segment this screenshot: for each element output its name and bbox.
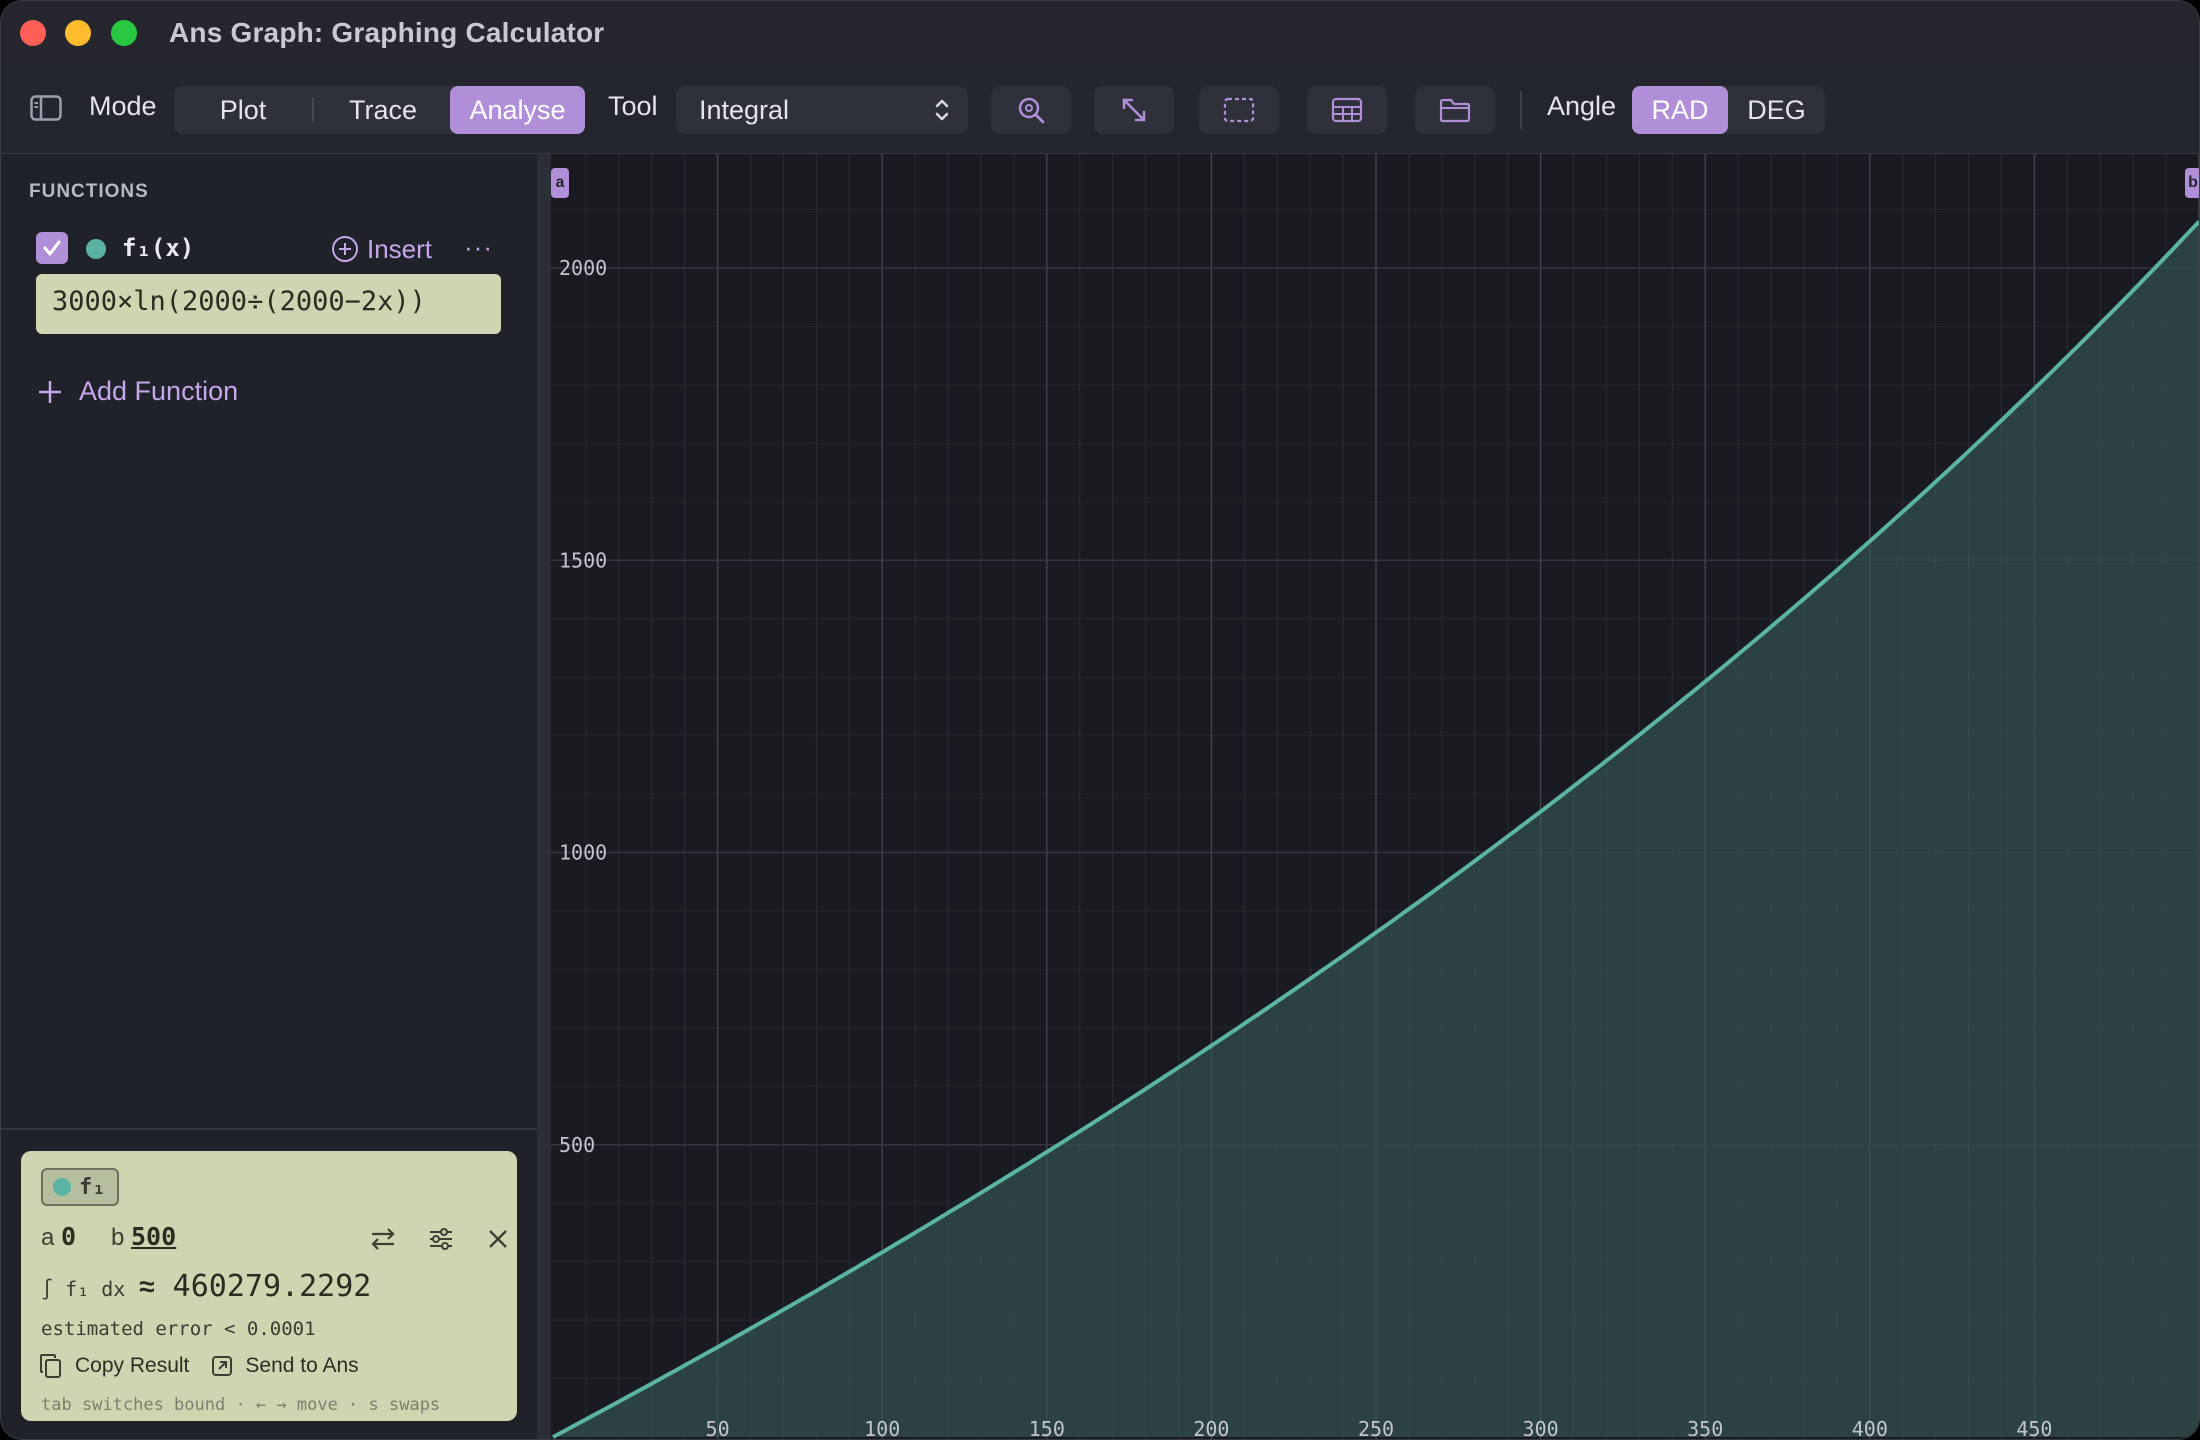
x-tick-label: 450 — [2016, 1417, 2052, 1440]
x-tick-label: 50 — [706, 1417, 730, 1440]
y-tick-label: 1500 — [559, 548, 607, 572]
integral-expression: ∫ f₁ dx — [41, 1277, 126, 1301]
x-tick-label: 400 — [1852, 1417, 1888, 1440]
insert-button[interactable]: Insert — [331, 232, 432, 266]
selection-icon[interactable] — [1199, 86, 1279, 134]
function-chip-label: f₁ — [79, 1174, 106, 1200]
plus-icon — [39, 380, 61, 403]
x-tick-label: 250 — [1358, 1417, 1394, 1440]
tool-select[interactable]: Integral — [676, 86, 968, 134]
zoom-icon[interactable] — [991, 86, 1071, 134]
send-icon — [212, 1356, 233, 1376]
add-function-label: Add Function — [79, 376, 239, 406]
integral-row: ∫ f₁ dx ≈ 460279.2292 — [41, 1269, 371, 1309]
result-actions: Copy Result Send to Ans — [39, 1348, 381, 1384]
copy-icon — [40, 1354, 61, 1378]
bounds-row: a 0 b 500 — [41, 1221, 507, 1257]
graph-canvas[interactable]: 50 100 150 200 250 300 350 400 450 500 1000 1500 200… — [551, 154, 2200, 1440]
function-enabled-checkbox[interactable] — [36, 232, 68, 264]
graph-plot[interactable]: 50 100 150 200 250 300 350 400 450 500 1000 1500 200… — [551, 154, 2200, 1440]
y-tick-label: 500 — [559, 1133, 595, 1157]
minimize-window-button[interactable] — [65, 20, 91, 46]
y-tick-label: 2000 — [559, 256, 607, 280]
divider — [1, 1128, 537, 1130]
x-tick-label: 200 — [1193, 1417, 1229, 1440]
fit-icon[interactable] — [1094, 86, 1174, 134]
error-estimate: estimated error < 0.0001 — [41, 1318, 316, 1340]
close-icon[interactable] — [483, 1224, 513, 1254]
copy-result-label: Copy Result — [75, 1354, 190, 1377]
app-window: Ans Graph: Graphing Calculator Mode Plot… — [0, 0, 2200, 1440]
mode-segmented-control: Plot Trace Analyse — [174, 86, 585, 134]
sidebar-resize-handle[interactable] — [537, 154, 551, 1439]
table-icon[interactable] — [1307, 86, 1387, 134]
bound-b-label: b — [111, 1224, 125, 1251]
bound-a-handle[interactable]: a — [551, 168, 569, 198]
copy-result-button[interactable]: Copy Result — [39, 1353, 189, 1379]
tool-label: Tool — [608, 91, 658, 121]
toolbar: Mode Plot Trace Analyse Tool Integral An… — [1, 65, 2199, 154]
angle-segmented-control: RAD DEG — [1632, 86, 1825, 134]
chevron-updown-icon — [934, 96, 950, 131]
send-to-ans-label: Send to Ans — [245, 1354, 359, 1377]
approx-symbol: ≈ — [139, 1271, 155, 1302]
folder-icon[interactable] — [1415, 86, 1495, 134]
functions-heading: FUNCTIONS — [29, 181, 149, 202]
function-row: f₁(x) Insert ··· — [36, 232, 506, 266]
sliders-icon[interactable] — [426, 1224, 456, 1254]
angle-deg-button[interactable]: DEG — [1728, 86, 1825, 134]
checkmark-icon — [43, 240, 61, 256]
function-name: f₁(x) — [122, 234, 195, 262]
mode-label: Mode — [89, 91, 157, 121]
bound-b-value[interactable]: 500 — [131, 1222, 176, 1251]
x-tick-label: 100 — [864, 1417, 900, 1440]
function-color-dot[interactable] — [86, 239, 106, 259]
bound-a-value[interactable]: 0 — [61, 1222, 76, 1251]
x-tick-label: 350 — [1687, 1417, 1723, 1440]
keyboard-hint: tab switches bound · ← → move · s swaps — [41, 1395, 441, 1415]
bound-b-handle[interactable]: b — [2185, 168, 2199, 198]
function-chip[interactable]: f₁ — [41, 1168, 119, 1206]
send-to-ans-button[interactable]: Send to Ans — [211, 1354, 359, 1378]
mode-analyse-button[interactable]: Analyse — [450, 86, 585, 134]
function-color-dot — [53, 1178, 71, 1196]
add-function-button[interactable]: Add Function — [37, 376, 238, 407]
mode-plot-button[interactable]: Plot — [174, 86, 312, 134]
y-tick-label: 1000 — [559, 841, 607, 865]
sidebar-toggle-icon[interactable] — [29, 93, 63, 123]
angle-rad-button[interactable]: RAD — [1632, 86, 1728, 134]
toolbar-divider — [1520, 91, 1522, 129]
plus-circle-icon — [332, 236, 358, 262]
more-options-button[interactable]: ··· — [464, 232, 493, 266]
window-title: Ans Graph: Graphing Calculator — [169, 17, 605, 48]
integral-value: 460279.2292 — [172, 1269, 372, 1304]
close-window-button[interactable] — [20, 20, 46, 46]
tool-select-value: Integral — [699, 94, 790, 125]
mode-trace-button[interactable]: Trace — [314, 86, 452, 134]
swap-icon[interactable] — [368, 1224, 398, 1254]
title-bar: Ans Graph: Graphing Calculator — [1, 1, 2199, 65]
maximize-window-button[interactable] — [111, 20, 137, 46]
sidebar: FUNCTIONS f₁(x) Insert ··· 3000×ln(2000÷… — [1, 154, 537, 1439]
angle-label: Angle — [1547, 91, 1617, 121]
x-tick-label: 300 — [1523, 1417, 1559, 1440]
insert-label: Insert — [367, 233, 433, 264]
x-tick-label: 150 — [1029, 1417, 1065, 1440]
bound-a-label: a — [41, 1224, 55, 1251]
function-expression-input[interactable]: 3000×ln(2000÷(2000−2x)) — [36, 274, 501, 334]
integral-result-card: f₁ a 0 b 500 ∫ f₁ dx ≈ 460279.2292 estim… — [21, 1151, 517, 1421]
